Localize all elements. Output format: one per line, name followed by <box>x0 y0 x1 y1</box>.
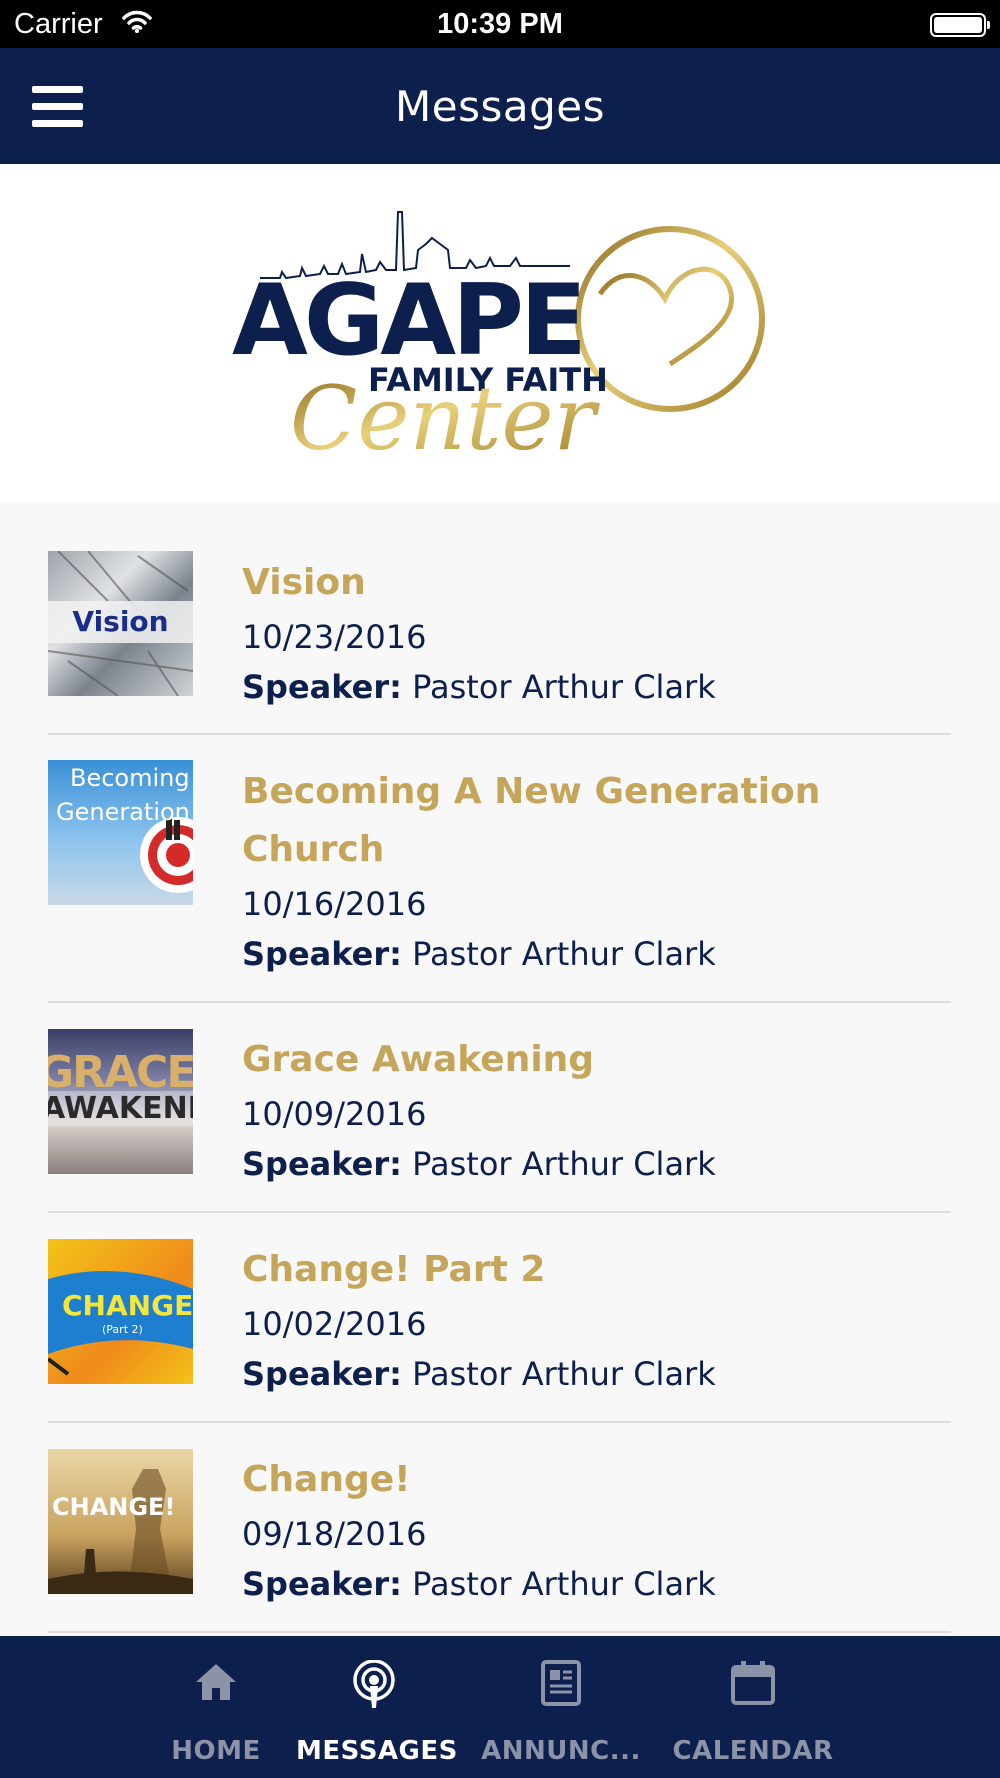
message-speaker: Speaker: Pastor Arthur Clark <box>242 935 716 973</box>
message-speaker: Speaker: Pastor Arthur Clark <box>242 1355 716 1393</box>
message-date: 10/16/2016 <box>242 885 427 923</box>
messages-list: Vision Vision 10/23/2016 Speaker: Pastor… <box>0 502 1000 1636</box>
message-title: Becoming A New Generation Church <box>242 771 821 870</box>
message-item-grace-awakening[interactable]: GRACE AWAKENI Grace Awakening 10/09/2016… <box>48 1003 951 1213</box>
calendar-icon <box>730 1660 776 1710</box>
agape-logo: AGAPE FAMILY FAITH Center <box>232 211 765 464</box>
message-date: 10/09/2016 <box>242 1095 427 1133</box>
divider <box>48 1631 951 1633</box>
message-item-becoming-a-new-generation-church[interactable]: Becoming Generation Becoming A New Gener… <box>48 735 951 1003</box>
battery-icon <box>930 13 990 37</box>
message-date: 10/02/2016 <box>242 1305 427 1343</box>
message-speaker: Speaker: Pastor Arthur Clark <box>242 1145 716 1183</box>
home-icon <box>192 1660 240 1708</box>
podcast-icon <box>350 1659 398 1714</box>
message-speaker: Speaker: Pastor Arthur Clark <box>242 1565 716 1603</box>
page-title: Messages <box>395 82 605 131</box>
message-thumbnail: Becoming Generation <box>48 760 193 905</box>
message-title: Change! Part 2 <box>242 1249 546 1290</box>
tab-announcements[interactable]: ANNUNC... <box>478 1636 644 1778</box>
status-bar: Carrier 10:39 PM <box>0 0 1000 48</box>
tab-home[interactable]: HOME <box>150 1636 282 1778</box>
message-thumbnail: GRACE AWAKENI <box>48 1029 193 1174</box>
message-item-vision[interactable]: Vision Vision 10/23/2016 Speaker: Pastor… <box>48 502 951 735</box>
message-thumbnail: CHANGE (Part 2) <box>48 1239 193 1384</box>
message-speaker: Speaker: Pastor Arthur Clark <box>242 668 716 706</box>
clock: 10:39 PM <box>437 8 563 40</box>
message-date: 09/18/2016 <box>242 1515 427 1553</box>
message-title: Change! <box>242 1459 411 1500</box>
message-item-change-part-2[interactable]: CHANGE (Part 2) Change! Part 2 10/02/201… <box>48 1213 951 1423</box>
message-thumbnail: Vision <box>48 551 193 696</box>
tab-messages[interactable]: MESSAGES <box>296 1636 457 1778</box>
tab-calendar[interactable]: CALENDAR <box>672 1636 834 1778</box>
message-date: 10/23/2016 <box>242 618 427 656</box>
navigation-bar: Messages <box>0 48 1000 164</box>
tab-bar: HOME MESSAGES ANNUNC... CALENDAR <box>0 1636 1000 1778</box>
message-item-change[interactable]: CHANGE! Change! 09/18/2016 Speaker: Past… <box>48 1423 951 1633</box>
message-title: Grace Awakening <box>242 1039 595 1080</box>
message-thumbnail: CHANGE! <box>48 1449 193 1594</box>
church-logo-banner: AGAPE FAMILY FAITH Center <box>0 164 1000 502</box>
newspaper-icon <box>539 1660 583 1710</box>
logo-text-center: Center <box>290 367 601 464</box>
message-title: Vision <box>242 562 366 603</box>
